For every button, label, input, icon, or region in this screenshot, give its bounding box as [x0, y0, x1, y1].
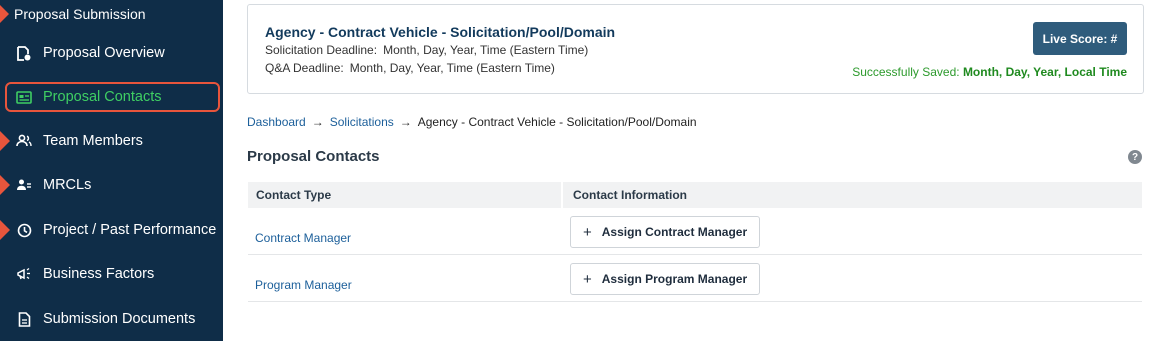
- expand-arrow-icon: [0, 5, 9, 23]
- contact-info-cell: + Assign Contract Manager: [563, 208, 1142, 254]
- contact-type-cell: Program Manager: [248, 255, 563, 301]
- solicitation-header-card: Agency - Contract Vehicle - Solicitation…: [247, 4, 1144, 94]
- sidebar-item-label: Submission Documents: [43, 311, 196, 327]
- clock-icon: [16, 222, 32, 238]
- sidebar-item-label: Project / Past Performance: [43, 222, 217, 238]
- breadcrumb-solicitations-link[interactable]: Solicitations: [330, 115, 394, 129]
- column-header-contact-type: Contact Type: [248, 182, 563, 208]
- file-icon: [16, 311, 32, 327]
- contact-card-icon: [16, 89, 32, 105]
- users-icon: [16, 177, 32, 193]
- sidebar-item-team-members[interactable]: Team Members: [0, 124, 223, 158]
- sidebar-item-mrcls[interactable]: MRCLs: [0, 168, 223, 202]
- team-icon: [16, 133, 32, 149]
- contact-type-cell: Contract Manager: [248, 208, 563, 254]
- plus-icon: +: [583, 270, 592, 288]
- sidebar-item-submission-documents[interactable]: Submission Documents: [0, 302, 223, 336]
- sidebar-item-project-past-performance[interactable]: Project / Past Performance: [0, 213, 223, 247]
- sidebar-item-proposal-contacts[interactable]: Proposal Contacts: [5, 82, 220, 112]
- help-icon[interactable]: ?: [1128, 150, 1142, 164]
- save-status-label: Successfully Saved:: [852, 65, 960, 79]
- breadcrumb-current: Agency - Contract Vehicle - Solicitation…: [417, 115, 697, 129]
- breadcrumb-separator: →: [399, 115, 412, 129]
- table-row: Contract Manager + Assign Contract Manag…: [248, 208, 1142, 255]
- sidebar-section-header[interactable]: Proposal Submission: [0, 4, 146, 24]
- sidebar-section-title: Proposal Submission: [14, 6, 146, 22]
- page-title: Proposal Contacts: [247, 148, 380, 165]
- breadcrumb-separator: →: [311, 115, 324, 129]
- breadcrumb: Dashboard → Solicitations → Agency - Con…: [247, 115, 697, 129]
- save-status: Successfully Saved: Month, Day, Year, Lo…: [852, 65, 1127, 79]
- solicitation-title: Agency - Contract Vehicle - Solicitation…: [265, 24, 616, 40]
- sidebar-item-label: Business Factors: [43, 266, 155, 282]
- save-status-value: Month, Day, Year, Local Time: [962, 65, 1127, 79]
- expand-arrow-icon: [0, 131, 10, 151]
- breadcrumb-dashboard-link[interactable]: Dashboard: [247, 115, 306, 129]
- button-label: Assign Program Manager: [601, 272, 748, 286]
- live-score-button[interactable]: Live Score: #: [1033, 22, 1127, 55]
- solicitation-deadline-value: Month, Day, Year, Time (Eastern Time): [383, 43, 589, 57]
- contact-info-cell: + Assign Program Manager: [563, 255, 1142, 301]
- sidebar-item-proposal-overview[interactable]: Proposal Overview: [0, 36, 223, 70]
- sidebar-item-label: MRCLs: [43, 177, 92, 193]
- table-header: Contact Type Contact Information: [248, 182, 1142, 208]
- qa-deadline: Q&A Deadline: Month, Day, Year, Time (Eas…: [265, 61, 555, 75]
- table-row: Program Manager + Assign Program Manager: [248, 255, 1142, 302]
- solicitation-deadline: Solicitation Deadline: Month, Day, Year, …: [265, 43, 588, 57]
- contact-type-link[interactable]: Contract Manager: [255, 231, 351, 245]
- button-label: Assign Contract Manager: [601, 225, 748, 239]
- contacts-table: Contact Type Contact Information Contrac…: [248, 182, 1142, 302]
- assign-program-manager-button[interactable]: + Assign Program Manager: [570, 263, 761, 295]
- qa-deadline-value: Month, Day, Year, Time (Eastern Time): [349, 61, 555, 75]
- plus-icon: +: [583, 223, 592, 241]
- solicitation-deadline-label: Solicitation Deadline:: [265, 43, 378, 57]
- assign-contract-manager-button[interactable]: + Assign Contract Manager: [570, 216, 761, 248]
- megaphone-icon: [16, 266, 32, 282]
- expand-arrow-icon: [0, 175, 10, 195]
- sidebar-item-label: Team Members: [43, 133, 143, 149]
- contact-type-link[interactable]: Program Manager: [255, 278, 352, 292]
- column-header-contact-information: Contact Information: [573, 188, 687, 202]
- qa-deadline-label: Q&A Deadline:: [265, 61, 344, 75]
- sidebar: Proposal Submission Proposal Overview Pr…: [0, 0, 223, 341]
- sidebar-item-label: Proposal Contacts: [43, 89, 162, 105]
- sidebar-item-label: Proposal Overview: [43, 45, 165, 61]
- document-icon: [16, 45, 32, 61]
- sidebar-item-business-factors[interactable]: Business Factors: [0, 257, 223, 291]
- expand-arrow-icon: [0, 220, 10, 240]
